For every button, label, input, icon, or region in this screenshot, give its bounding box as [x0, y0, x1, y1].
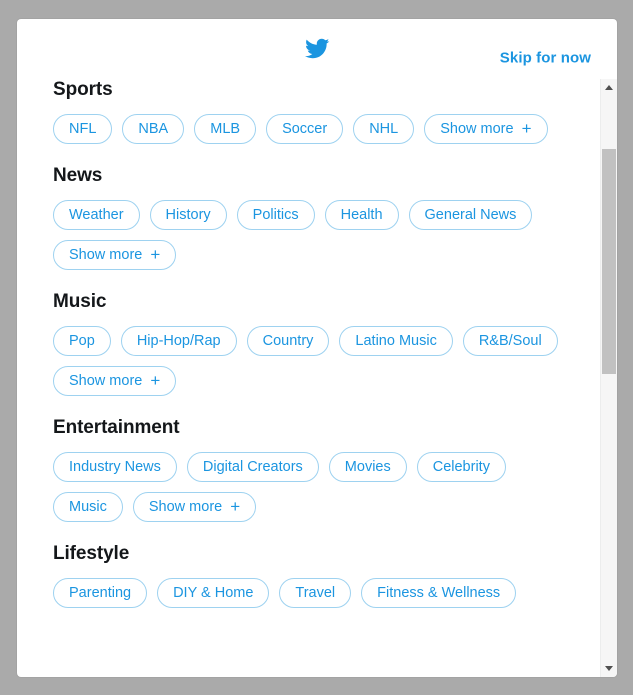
interest-chip-label: Soccer — [282, 120, 328, 137]
interest-chip[interactable]: NFL — [53, 114, 113, 144]
scroll-down-arrow-glyph — [605, 666, 613, 671]
interest-chip-label: Industry News — [69, 458, 161, 475]
chip-row: Parenting DIY & Home Travel Fitness & Welln… — [53, 578, 563, 608]
scrollbar-thumb[interactable] — [602, 149, 616, 374]
interest-chip-label: General News — [424, 206, 517, 223]
interest-chip-label: Travel — [295, 584, 336, 601]
interest-chip-label: MLB — [210, 120, 241, 137]
interest-chip-label: Hip-Hop/Rap — [136, 332, 221, 349]
scroll-down-arrow-icon[interactable] — [601, 660, 617, 677]
interest-section: Lifestyle Parenting DIY & Home Travel Fitnes… — [53, 543, 617, 608]
interest-chip[interactable]: MLB — [194, 114, 257, 144]
plus-icon: + — [150, 245, 161, 264]
scroll-up-arrow-icon[interactable] — [601, 79, 617, 96]
interest-chip[interactable]: Movies — [328, 452, 407, 482]
interest-chip[interactable]: Industry News — [53, 452, 177, 482]
interest-chip-label: Country — [262, 332, 314, 349]
interest-chip[interactable]: Country — [246, 326, 330, 356]
interest-chip-label: Politics — [252, 206, 299, 223]
card-header: Skip for now — [17, 19, 617, 79]
interest-chip-label: DIY & Home — [173, 584, 254, 601]
section-title: Lifestyle — [53, 543, 130, 564]
interest-chip-label: Parenting — [69, 584, 132, 601]
show-more-button[interactable]: Show more + — [424, 114, 548, 144]
interest-chip-label: Movies — [344, 458, 391, 475]
plus-icon: + — [521, 119, 532, 138]
show-more-label: Show more — [440, 120, 514, 137]
section-title: Music — [53, 291, 107, 312]
interest-chip[interactable]: Weather — [53, 200, 140, 230]
interest-chip[interactable]: History — [149, 200, 227, 230]
interest-chip-label: Latino Music — [355, 332, 437, 349]
interest-chip-label: Fitness & Wellness — [377, 584, 501, 601]
show-more-label: Show more — [148, 498, 223, 515]
interest-section: Entertainment Industry News Digital Creato… — [53, 417, 617, 522]
show-more-label: Show more — [69, 246, 143, 263]
interest-chip[interactable]: Latino Music — [339, 326, 453, 356]
interest-chip[interactable]: Music — [53, 492, 123, 522]
interest-chip-label: NHL — [369, 120, 399, 137]
interest-chip-label: Digital Creators — [202, 458, 303, 475]
section-title: Sports — [53, 79, 113, 100]
skip-for-now-link[interactable]: Skip for now — [500, 50, 591, 67]
scroll-up-arrow-glyph — [605, 85, 613, 90]
show-more-label: Show more — [69, 372, 143, 389]
interest-chip-label: Music — [69, 498, 107, 515]
interest-chip[interactable]: General News — [408, 200, 533, 230]
interest-chip[interactable]: Pop — [53, 326, 111, 356]
vertical-scrollbar[interactable] — [600, 79, 617, 677]
interest-chip-label: R&B/Soul — [478, 332, 542, 349]
chip-row: Weather History Politics Health General News… — [53, 200, 563, 270]
twitter-bird-icon — [304, 36, 330, 62]
app-root: Skip for now Sports NFL NBA MLB Soccer NHL Sho… — [0, 0, 633, 695]
interest-chip-label: Pop — [69, 332, 95, 349]
interests-list: Sports NFL NBA MLB Soccer NHL Show more + News We… — [17, 79, 617, 677]
interest-chip[interactable]: Health — [324, 200, 399, 230]
interest-chip[interactable]: R&B/Soul — [462, 326, 558, 356]
interest-chip-label: NFL — [69, 120, 97, 137]
interest-chip-label: Weather — [69, 206, 124, 223]
interest-chip[interactable]: Soccer — [266, 114, 344, 144]
chip-row: Pop Hip-Hop/Rap Country Latino Music R&B/Sou… — [53, 326, 563, 396]
interest-section: Music Pop Hip-Hop/Rap Country Latino Music R&… — [53, 291, 617, 396]
chip-row: Industry News Digital Creators Movies Celeb… — [53, 452, 563, 522]
interest-chip[interactable]: NHL — [353, 114, 415, 144]
interest-chip[interactable]: Celebrity — [416, 452, 506, 482]
interest-chip-label: Health — [340, 206, 383, 223]
interest-chip-label: NBA — [138, 120, 169, 137]
interest-chip[interactable]: Politics — [236, 200, 315, 230]
interest-section: Sports NFL NBA MLB Soccer NHL Show more + — [53, 79, 617, 144]
show-more-button[interactable]: Show more + — [132, 492, 257, 522]
plus-icon: + — [230, 497, 241, 516]
interest-chip-label: Celebrity — [432, 458, 490, 475]
interest-chip[interactable]: NBA — [122, 114, 185, 144]
interest-chip[interactable]: DIY & Home — [157, 578, 270, 608]
interest-chip[interactable]: Digital Creators — [186, 452, 319, 482]
plus-icon: + — [150, 371, 161, 390]
interests-card: Skip for now Sports NFL NBA MLB Soccer NHL Sho… — [17, 19, 617, 677]
chip-row: NFL NBA MLB Soccer NHL Show more + — [53, 114, 563, 144]
interest-chip[interactable]: Travel — [279, 578, 352, 608]
section-title: News — [53, 165, 103, 186]
section-title: Entertainment — [53, 417, 180, 438]
show-more-button[interactable]: Show more + — [53, 240, 177, 270]
scroll-area: Sports NFL NBA MLB Soccer NHL Show more + News We… — [17, 79, 617, 677]
interest-section: News Weather History Politics Health General … — [53, 165, 617, 270]
card-inner: Skip for now Sports NFL NBA MLB Soccer NHL Sho… — [17, 19, 617, 677]
interest-chip[interactable]: Hip-Hop/Rap — [120, 326, 237, 356]
show-more-button[interactable]: Show more + — [53, 366, 177, 396]
interest-chip[interactable]: Fitness & Wellness — [361, 578, 517, 608]
interest-chip[interactable]: Parenting — [53, 578, 148, 608]
interest-chip-label: History — [165, 206, 211, 223]
